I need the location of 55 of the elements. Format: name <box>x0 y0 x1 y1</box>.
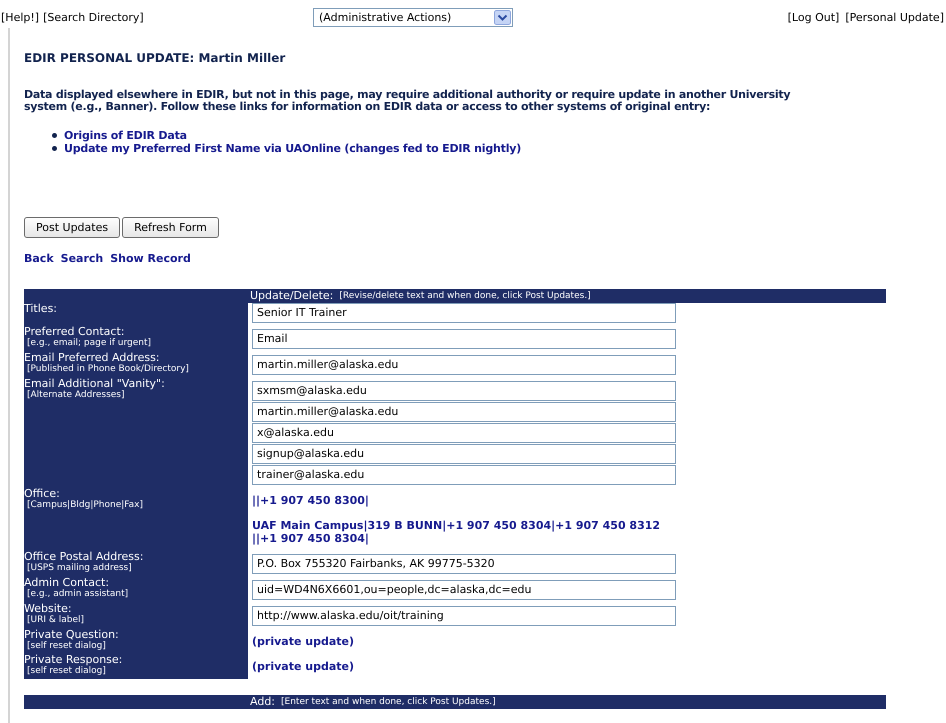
section-heading: Add: <box>250 695 276 709</box>
field-label: Preferred Contact: <box>24 326 126 338</box>
field-label: Website: <box>24 603 73 615</box>
text-field[interactable]: trainer@alaska.edu <box>252 465 676 485</box>
bullet-icon <box>52 146 57 151</box>
field-label: Private Question: <box>24 629 120 641</box>
text-field[interactable]: sxmsm@alaska.edu <box>252 381 676 401</box>
nav-link[interactable]: Search <box>60 252 104 265</box>
text-field[interactable]: http://www.alaska.edu/oit/training <box>252 606 676 626</box>
field-hint: [e.g., email; page if urgent] <box>26 338 152 349</box>
field-label: Office Postal Address: <box>24 551 144 563</box>
value-link[interactable]: ||+1 907 450 8300| <box>252 491 369 510</box>
chevron-down-icon <box>494 10 511 24</box>
nav-link[interactable]: Back <box>24 252 54 265</box>
text-field[interactable]: x@alaska.edu <box>252 423 676 443</box>
form-button[interactable]: Refresh Form <box>122 217 219 238</box>
field-label: Email Additional "Vanity": <box>24 378 166 390</box>
field-hint: [Campus|Bldg|Phone|Fax] <box>26 500 144 511</box>
field-label: Titles: <box>24 303 58 315</box>
text-field[interactable]: martin.miller@alaska.edu <box>252 402 676 422</box>
text-field[interactable]: P.O. Box 755320 Fairbanks, AK 99775-5320 <box>252 554 676 574</box>
account-link[interactable]: [Personal Update] <box>845 10 944 24</box>
info-link[interactable]: Origins of EDIR Data <box>64 129 187 142</box>
text-field[interactable]: signup@alaska.edu <box>252 444 676 464</box>
field-hint: [e.g., admin assistant] <box>26 589 130 600</box>
field-hint: [self reset dialog] <box>26 666 107 677</box>
field-label: Admin Contact: <box>24 577 110 589</box>
top-link[interactable]: [Search Directory] <box>43 10 144 24</box>
page-title: EDIR PERSONAL UPDATE: Martin Miller <box>24 51 286 65</box>
field-hint: [self reset dialog] <box>26 641 107 652</box>
nav-link[interactable]: Show Record <box>110 252 191 265</box>
section-hint: [Revise/delete text and when done, click Post Updates.] <box>339 290 591 303</box>
section-heading: Update/Delete: <box>250 289 334 303</box>
bullet-icon <box>52 133 57 138</box>
field-hint: [URI & label] <box>26 615 86 626</box>
text-field[interactable]: Email <box>252 329 676 349</box>
account-link[interactable]: [Log Out] <box>788 10 840 24</box>
text-field[interactable]: Senior IT Trainer <box>252 303 676 323</box>
value-link[interactable]: (private update) <box>252 632 354 651</box>
field-hint: [Alternate Addresses] <box>26 390 126 401</box>
value-link[interactable]: UAF Main Campus|319 B BUNN|+1 907 450 8304|+1 907 450 8312 ||+1 907 450 8304| <box>252 516 660 548</box>
top-link[interactable]: [Help!] <box>1 10 40 24</box>
field-hint: [USPS mailing address] <box>26 563 133 574</box>
value-link[interactable]: (private update) <box>252 657 354 676</box>
field-label: Private Response: <box>24 654 124 666</box>
field-label: Email Preferred Address: <box>24 352 161 364</box>
text-field[interactable]: uid=WD4N6X6601,ou=people,dc=alaska,dc=edu <box>252 580 676 600</box>
info-link[interactable]: Update my Preferred First Name via UAOnline (changes fed to EDIR nightly) <box>64 142 522 155</box>
text-field[interactable]: martin.miller@alaska.edu <box>252 355 676 375</box>
section-hint: [Enter text and when done, click Post Updates.] <box>281 696 496 709</box>
admin-actions-dropdown[interactable]: (Administrative Actions) <box>313 8 513 26</box>
form-button[interactable]: Post Updates <box>24 217 120 238</box>
field-hint: [Published in Phone Book/Directory] <box>26 364 190 375</box>
field-label: Office: <box>24 488 61 500</box>
notice-text: Data displayed elsewhere in EDIR, but not in this page, may require additional authority or require update in another University system (e.g., Banner). Follow these links for information on EDIR data or access to other systems of original entry: <box>24 89 792 113</box>
